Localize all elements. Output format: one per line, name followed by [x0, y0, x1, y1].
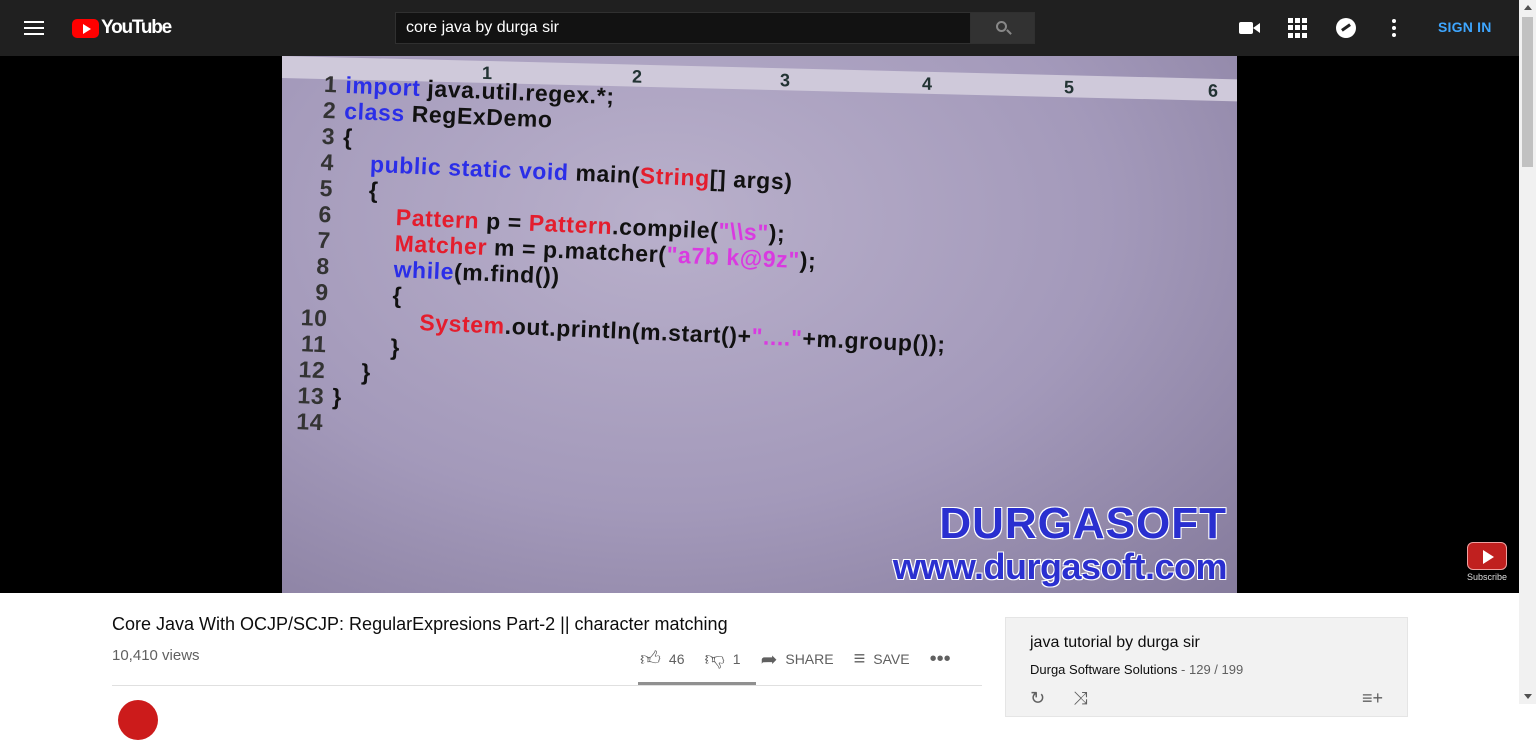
watermark-url: www.durgasoft.com [892, 546, 1228, 587]
line-number: 6 [318, 200, 333, 228]
line-number: 7 [316, 226, 332, 254]
playlist-title[interactable]: java tutorial by durga sir [1030, 634, 1200, 652]
youtube-logo[interactable]: YouTube [72, 17, 172, 39]
hamburger-menu-icon[interactable] [24, 18, 46, 38]
ruler-mark: 5 [1064, 77, 1075, 98]
line-number: 12 [298, 356, 326, 384]
shuffle-icon[interactable]: ⤨ [1073, 688, 1087, 709]
line-number: 1 [323, 70, 338, 98]
ruler-mark: 4 [922, 73, 933, 94]
ruler-mark: 6 [1208, 80, 1219, 101]
search-button[interactable] [970, 12, 1035, 44]
subscribe-watermark[interactable]: Subscribe [1466, 542, 1508, 582]
line-number: 10 [300, 304, 329, 332]
code-text: } [333, 331, 401, 361]
code-text: { [340, 175, 380, 204]
scroll-up-icon[interactable] [1524, 5, 1532, 10]
code-text: } [332, 357, 372, 386]
line-number: 3 [321, 122, 336, 150]
line-number: 14 [295, 408, 324, 436]
save-button[interactable]: ≡ SAVE [854, 648, 910, 671]
add-to-playlist-icon: ≡ [853, 647, 866, 670]
view-count: 10,410 views [112, 647, 200, 664]
page-scrollbar[interactable] [1519, 0, 1536, 704]
line-number: 8 [315, 252, 331, 280]
watermark-brand: DURGASOFT [939, 499, 1227, 548]
subscribe-label: Subscribe [1466, 572, 1508, 582]
video-actions: 👍︎ 46 👎︎ 1 ➦ SHARE ≡ SAVE ••• [640, 646, 979, 672]
more-options-icon[interactable] [1382, 16, 1406, 40]
line-number: 9 [314, 278, 330, 306]
code-text: } [331, 383, 343, 410]
like-button[interactable]: 👍︎ 46 [640, 647, 684, 671]
line-number: 11 [300, 330, 328, 358]
loop-icon[interactable]: ↻ [1030, 688, 1045, 709]
thumbs-up-icon: 👍︎ [640, 648, 661, 670]
search-input[interactable]: core java by durga sir [395, 12, 972, 44]
apps-grid-icon[interactable] [1286, 16, 1310, 40]
ruler-mark: 3 [780, 70, 791, 91]
masthead: YouTube core java by durga sir SIGN IN [0, 0, 1519, 56]
line-number: 13 [297, 382, 325, 410]
dislike-count: 1 [732, 651, 741, 667]
share-icon: ➦ [760, 648, 778, 671]
logo-text: YouTube [101, 17, 172, 38]
code-listing: 1 import java.util.regex.*; 2 class RegExDe… [287, 70, 956, 461]
playlist-add-icon[interactable]: ≡+ [1362, 688, 1383, 709]
youtube-play-icon [72, 18, 99, 38]
video-title: Core Java With OCJP/SCJP: RegularExpresi… [112, 614, 728, 634]
like-count: 46 [668, 651, 685, 667]
save-label: SAVE [873, 651, 910, 667]
video-frame[interactable]: 123456 1 import java.util.regex.*; 2 class … [282, 56, 1237, 593]
playlist-owner[interactable]: Durga Software Solutions [1030, 662, 1177, 677]
dislike-button[interactable]: 👎︎ 1 [704, 647, 740, 671]
subscribe-play-icon [1467, 542, 1507, 570]
create-video-icon[interactable] [1238, 16, 1262, 40]
line-number: 2 [322, 96, 337, 124]
share-label: SHARE [785, 651, 834, 667]
line-number: 5 [319, 174, 334, 202]
thumbs-down-icon: 👎︎ [704, 648, 725, 670]
playlist-controls: ↻ ⤨ [1030, 688, 1088, 709]
divider [112, 685, 982, 686]
playlist-meta: Durga Software Solutions - 129 / 199 [1030, 662, 1244, 677]
watermark: DURGASOFT www.durgasoft.com [892, 499, 1228, 587]
sign-in-button[interactable]: SIGN IN [1438, 19, 1492, 35]
video-player[interactable]: 123456 1 import java.util.regex.*; 2 class … [0, 56, 1519, 593]
line-number: 4 [320, 148, 335, 176]
more-actions-button[interactable]: ••• [930, 648, 959, 671]
scrollbar-thumb[interactable] [1522, 17, 1533, 167]
share-button[interactable]: ➦ SHARE [761, 647, 834, 672]
code-text: { [336, 279, 403, 309]
scroll-down-icon[interactable] [1524, 694, 1532, 699]
messages-icon[interactable] [1334, 16, 1358, 40]
code-text: { [342, 123, 354, 151]
playlist-position: 129 / 199 [1189, 662, 1244, 677]
playlist-panel: java tutorial by durga sir Durga Softwar… [1005, 617, 1408, 717]
more-horizontal-icon: ••• [929, 647, 951, 670]
channel-avatar[interactable] [118, 700, 158, 740]
